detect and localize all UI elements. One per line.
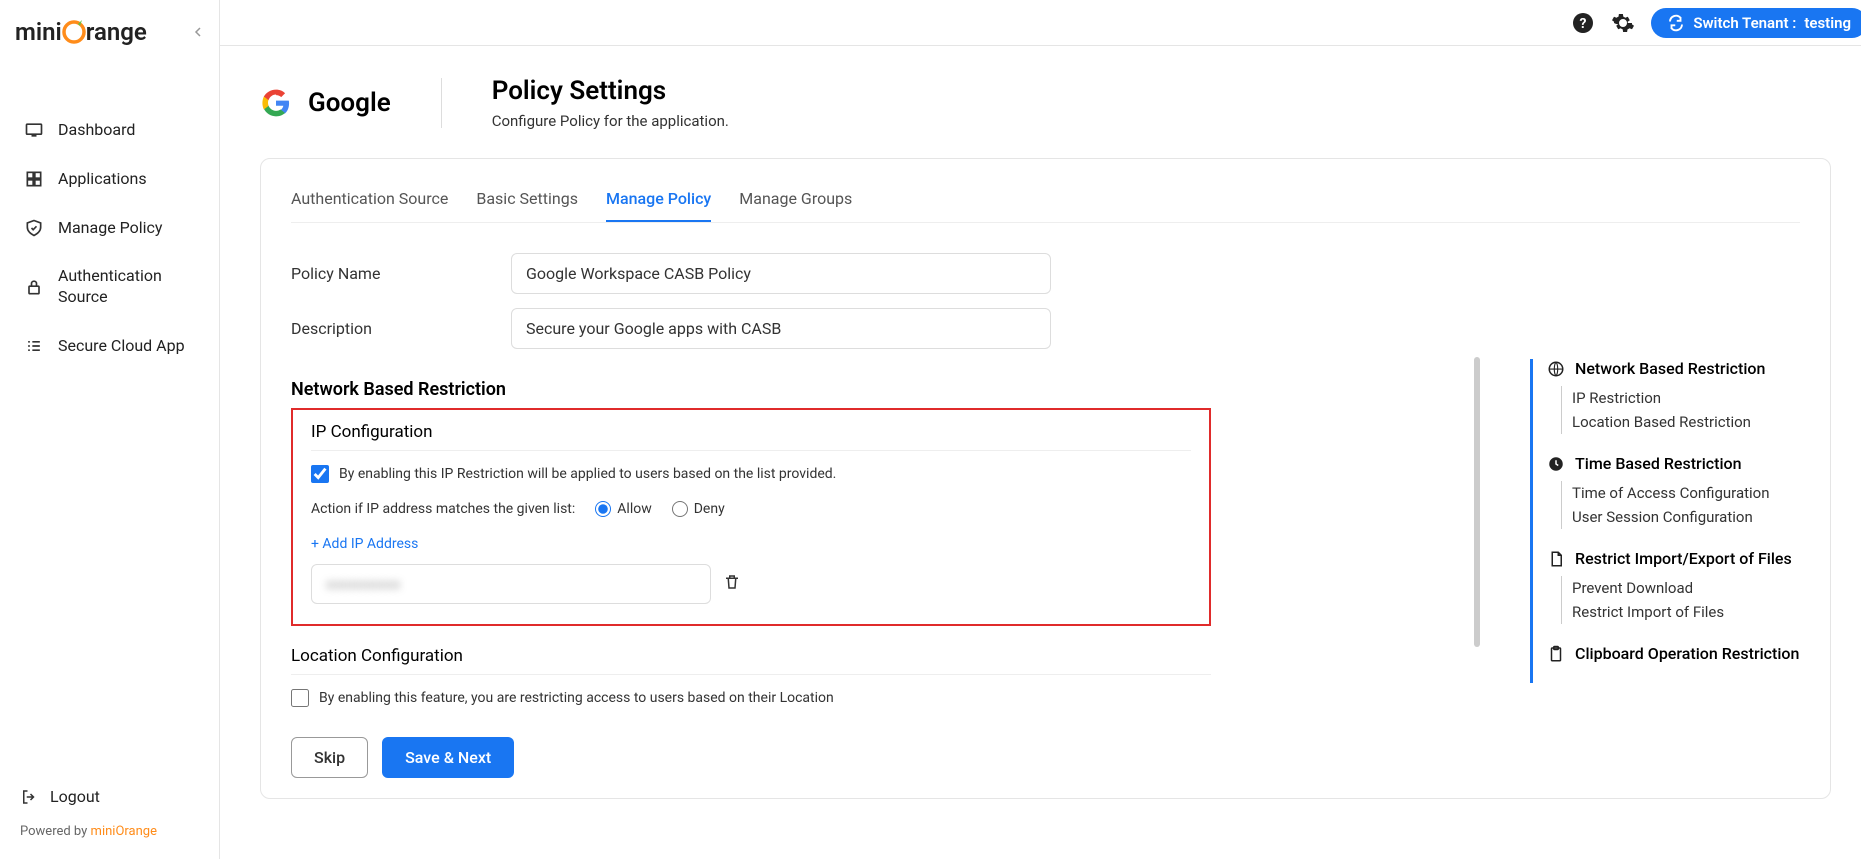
svg-text:?: ? [1580,16,1587,32]
radio-deny[interactable]: Deny [672,501,725,517]
enable-ip-label: By enabling this IP Restriction will be … [339,466,836,482]
ip-config-title: IP Configuration [311,422,1191,451]
rp-user-session[interactable]: User Session Configuration [1561,505,1830,529]
delete-icon[interactable] [723,573,741,595]
rp-restrict-import[interactable]: Restrict Import of Files [1561,600,1830,624]
nav-manage-policy[interactable]: Manage Policy [0,204,219,253]
location-config-title: Location Configuration [291,646,1211,675]
network-section-title: Network Based Restriction [291,379,1211,400]
nav-secure-cloud[interactable]: Secure Cloud App [0,322,219,371]
switch-tenant-button[interactable]: Switch Tenant : testing [1651,8,1861,38]
add-ip-link[interactable]: + Add IP Address [311,536,418,552]
enable-location-label: By enabling this feature, you are restri… [319,690,834,706]
skip-button[interactable]: Skip [291,737,368,778]
scrollbar[interactable] [1474,357,1480,647]
rp-ip-restriction[interactable]: IP Restriction [1561,386,1830,410]
nav-auth-source[interactable]: Authentication Source [0,252,219,322]
page-subtitle: Configure Policy for the application. [492,112,729,130]
nav-label: Applications [58,169,147,190]
topbar: ? Switch Tenant : testing [220,0,1861,46]
rp-time-access[interactable]: Time of Access Configuration [1561,481,1830,505]
policy-name-label: Policy Name [291,264,491,283]
nav-label: Manage Policy [58,218,163,239]
tab-basic-settings[interactable]: Basic Settings [476,189,578,222]
tab-manage-policy[interactable]: Manage Policy [606,189,711,222]
collapse-sidebar-icon[interactable] [192,23,204,42]
nav-label: Dashboard [58,120,135,141]
enable-ip-checkbox[interactable] [311,465,329,483]
description-input[interactable] [511,308,1051,349]
ip-config-box: IP Configuration By enabling this IP Res… [291,408,1211,626]
logout-button[interactable]: Logout [20,787,199,806]
help-icon[interactable]: ? [1571,11,1595,35]
radio-allow[interactable]: Allow [595,501,651,517]
rp-network[interactable]: Network Based Restriction [1547,359,1830,378]
description-label: Description [291,319,491,338]
enable-location-checkbox[interactable] [291,689,309,707]
ip-address-input[interactable]: xxxxxxxxxx [311,564,711,604]
nav-label: Secure Cloud App [58,336,185,357]
powered-link[interactable]: miniOrange [91,824,157,839]
sidebar: mini range Dashboard Applications Manage… [0,0,220,859]
brand-logo: mini range [15,18,147,46]
rp-files[interactable]: Restrict Import/Export of Files [1547,549,1830,568]
google-icon [260,87,292,119]
rp-location-restriction[interactable]: Location Based Restriction [1561,410,1830,434]
rp-time[interactable]: Time Based Restriction [1547,454,1830,473]
page-title: Policy Settings [492,76,729,106]
policy-name-input[interactable] [511,253,1051,294]
action-label: Action if IP address matches the given l… [311,501,575,517]
tab-auth-source[interactable]: Authentication Source [291,189,448,222]
nav-applications[interactable]: Applications [0,155,219,204]
save-next-button[interactable]: Save & Next [382,737,514,778]
right-nav-panel: Network Based Restriction IP Restriction… [1530,359,1830,683]
nav-label: Authentication Source [58,266,195,308]
rp-clipboard[interactable]: Clipboard Operation Restriction [1547,644,1830,663]
settings-icon[interactable] [1611,11,1635,35]
rp-prevent-download[interactable]: Prevent Download [1561,576,1830,600]
tab-manage-groups[interactable]: Manage Groups [739,189,852,222]
powered-by: Powered by miniOrange [20,824,199,839]
nav-dashboard[interactable]: Dashboard [0,106,219,155]
app-name: Google [308,88,391,118]
